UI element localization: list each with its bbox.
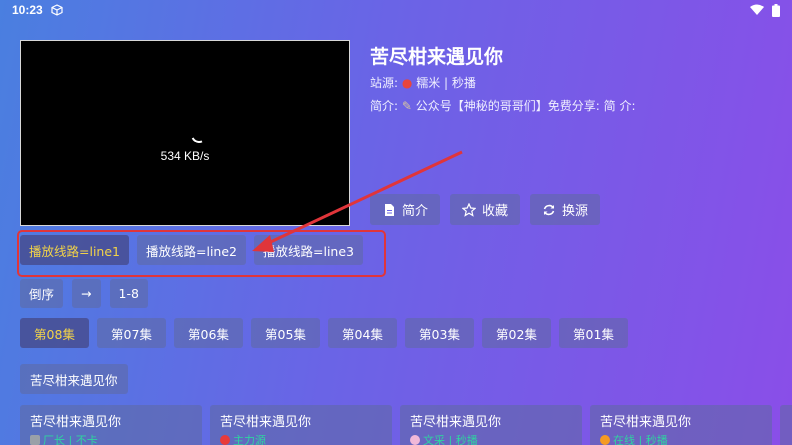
play-line-3[interactable]: 播放线路=line3 xyxy=(254,235,363,265)
play-line-1[interactable]: 播放线路=line1 xyxy=(20,235,129,265)
direction-button[interactable]: → xyxy=(72,279,101,308)
status-time: 10:23 xyxy=(12,3,43,17)
document-icon xyxy=(385,203,394,216)
result-source: 厂长 | 不卡 xyxy=(30,432,192,445)
episode-item[interactable]: 第02集 xyxy=(482,318,551,348)
source-value: 糯米 | 秒播 xyxy=(416,76,476,90)
star-icon xyxy=(462,202,477,217)
factory-icon xyxy=(30,435,40,445)
download-speed: 534 KB/s xyxy=(160,149,210,163)
result-card-partial[interactable] xyxy=(780,405,792,445)
change-source-button[interactable]: 换源 xyxy=(530,194,601,225)
episode-list: 第08集 第07集 第06集 第05集 第04集 第03集 第02集 第01集 xyxy=(20,318,628,348)
action-bar: 简介 收藏 换源 xyxy=(370,194,601,225)
sort-controls: 倒序 → 1-8 xyxy=(20,279,148,308)
wifi-icon xyxy=(750,4,764,15)
battery-icon xyxy=(772,3,780,17)
result-title: 苦尽柑来遇见你 xyxy=(600,415,692,430)
result-card[interactable]: 苦尽柑来遇见你 在线 | 秒播 xyxy=(590,405,772,445)
intro-label: 简介: xyxy=(370,99,399,113)
episode-item[interactable]: 第04集 xyxy=(328,318,397,348)
series-section: 苦尽柑来遇见你 xyxy=(20,364,128,394)
result-card[interactable]: 苦尽柑来遇见你 文采 | 秒播 xyxy=(400,405,582,445)
orange-icon xyxy=(600,435,610,445)
result-title: 苦尽柑来遇见你 xyxy=(410,415,502,430)
play-line-2[interactable]: 播放线路=line2 xyxy=(137,235,246,265)
result-source-label: 厂长 | 不卡 xyxy=(43,434,98,445)
favorite-button-label: 收藏 xyxy=(482,204,509,219)
flower-icon xyxy=(410,435,420,445)
change-source-button-label: 换源 xyxy=(562,204,589,219)
result-source-label: 主力源 xyxy=(233,434,266,445)
play-line-list: 播放线路=line1 播放线路=line2 播放线路=line3 xyxy=(20,235,363,265)
video-player[interactable]: 534 KB/s xyxy=(20,40,350,226)
result-source: 文采 | 秒播 xyxy=(410,432,572,445)
reverse-order-button[interactable]: 倒序 xyxy=(20,279,64,308)
cube-icon xyxy=(51,4,63,16)
source-label: 站源: xyxy=(370,76,399,90)
intro-info: 简介: ✎ 公众号【神秘的哥哥们】免费分享: 简 介: xyxy=(370,97,635,114)
result-list: 苦尽柑来遇见你 厂长 | 不卡 苦尽柑来遇见你 主力源 苦尽柑来遇见你 文采 |… xyxy=(20,405,792,445)
episode-item[interactable]: 第07集 xyxy=(97,318,166,348)
loading-spinner-icon xyxy=(188,124,210,146)
result-card[interactable]: 苦尽柑来遇见你 主力源 xyxy=(210,405,392,445)
episode-item[interactable]: 第06集 xyxy=(174,318,243,348)
page-title: 苦尽柑来遇见你 xyxy=(370,46,504,68)
range-button[interactable]: 1-8 xyxy=(109,279,148,308)
series-button[interactable]: 苦尽柑来遇见你 xyxy=(20,364,128,394)
episode-item[interactable]: 第05集 xyxy=(251,318,320,348)
pen-icon: ✎ xyxy=(401,99,412,113)
episode-item[interactable]: 第08集 xyxy=(20,318,89,348)
tomato-icon xyxy=(220,435,230,445)
intro-button-label: 简介 xyxy=(402,204,429,219)
status-bar: 10:23 xyxy=(0,0,792,20)
result-card[interactable]: 苦尽柑来遇见你 厂长 | 不卡 xyxy=(20,405,202,445)
result-source-label: 文采 | 秒播 xyxy=(423,434,478,445)
result-title: 苦尽柑来遇见你 xyxy=(220,415,312,430)
result-source: 在线 | 秒播 xyxy=(600,432,762,445)
refresh-icon xyxy=(543,204,555,215)
episode-item[interactable]: 第01集 xyxy=(559,318,628,348)
favorite-button[interactable]: 收藏 xyxy=(450,194,521,225)
result-source: 主力源 xyxy=(220,432,382,445)
strawberry-icon: ● xyxy=(401,76,413,90)
intro-value: 公众号【神秘的哥哥们】免费分享: 简 介: xyxy=(415,99,636,113)
result-title: 苦尽柑来遇见你 xyxy=(30,415,122,430)
intro-button[interactable]: 简介 xyxy=(370,194,441,225)
episode-item[interactable]: 第03集 xyxy=(405,318,474,348)
source-info: 站源: ● 糯米 | 秒播 xyxy=(370,74,476,91)
result-source-label: 在线 | 秒播 xyxy=(613,434,668,445)
